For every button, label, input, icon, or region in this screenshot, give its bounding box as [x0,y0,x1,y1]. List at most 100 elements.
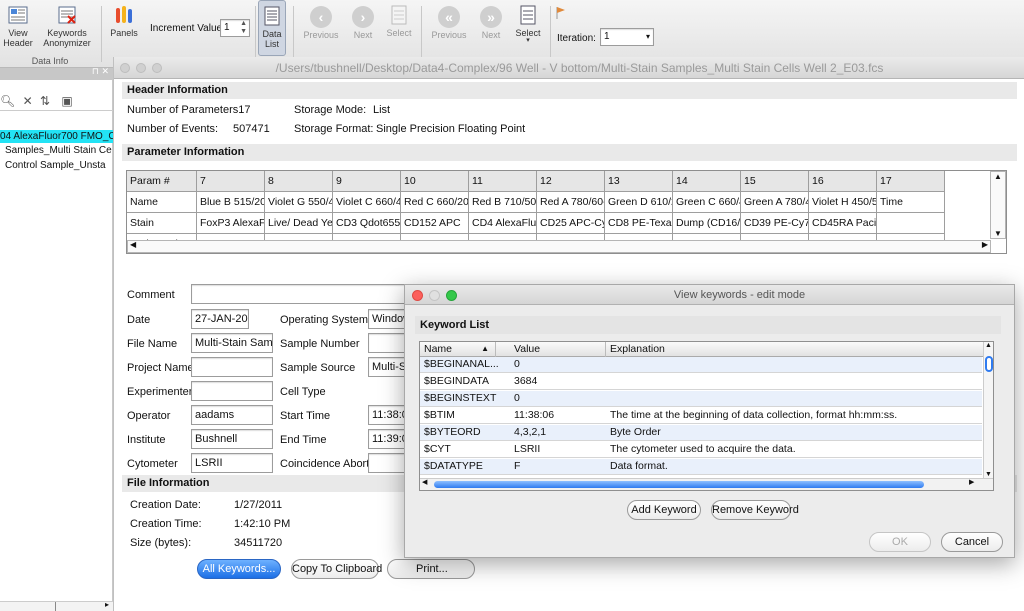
list-item[interactable]: 04 AlexaFluor700 FMO_C [0,130,113,143]
window-title-bar[interactable]: /Users/tbushnell/Desktop/Data4-Complex/9… [114,57,1024,79]
column-header-value[interactable]: Value [510,342,606,357]
add-keyword-button[interactable]: Add Keyword [627,500,701,520]
parameter-cell[interactable]: CD4 AlexaFluo [469,213,537,234]
parameter-cell[interactable]: 9 [333,171,401,192]
comment-field[interactable] [191,284,411,304]
keyword-name-cell[interactable]: $CYT [420,442,506,457]
stepper-icon[interactable]: ▲ ▼ [240,20,247,36]
keyword-value-cell[interactable]: 3684 [510,374,606,389]
parameter-cell[interactable]: CD8 PE-Texas [605,213,673,234]
scroll-down-icon[interactable]: ▼ [994,229,1002,238]
parameter-cell[interactable]: Blue B 515/20 [197,192,265,213]
keyword-value-cell[interactable]: 0 [510,391,606,406]
parameter-cell[interactable]: CD45RA Pacif [809,213,877,234]
keyword-row[interactable]: $BEGINDATA 3684 [420,374,982,390]
keyword-row[interactable]: $BEGINANAL... 0 [420,357,982,373]
keywords-anonymizer-button[interactable]: Keywords Anonymizer [38,0,96,48]
keyword-explanation-cell[interactable] [606,357,982,372]
end-time-field[interactable]: 11:39:0 [368,429,408,449]
select-button-2[interactable]: Select ▾ [512,0,544,44]
keyword-name-cell[interactable]: $BEGINDATA [420,374,506,389]
select-button-1[interactable]: Select [384,0,414,38]
cancel-button[interactable]: Cancel [941,532,1003,552]
scroll-right-icon[interactable]: ▶ [982,240,988,249]
delete-icon[interactable]: ✕ [23,94,33,108]
parameter-cell[interactable]: Red C 660/20- [401,192,469,213]
project-name-field[interactable] [191,357,273,377]
keyword-explanation-cell[interactable]: Data format. [606,459,982,474]
sample-source-field[interactable]: Multi-St [368,357,408,377]
print-button[interactable]: Print... [387,559,475,579]
keyword-explanation-cell[interactable]: The cytometer used to acquire the data. [606,442,982,457]
scroll-up-icon[interactable]: ▲ [994,172,1002,181]
zoom-window-icon[interactable] [152,63,162,73]
parameter-cell[interactable]: 10 [401,171,469,192]
scroll-left-icon[interactable]: ◀ [130,240,136,249]
keyword-table[interactable]: Name ▲ Value Explanation $BEGINANAL... 0 $B… [419,341,994,491]
column-header-explanation[interactable]: Explanation [606,342,986,357]
dialog-title-bar[interactable]: View keywords - edit mode [405,285,1014,305]
parameter-cell[interactable]: Green C 660/4 [673,192,741,213]
parameter-cell[interactable]: Time [877,192,945,213]
parameter-cell[interactable]: Violet H 450/50 [809,192,877,213]
scroll-left-icon[interactable]: ◀ [422,478,427,486]
flag-icon[interactable] [556,6,566,20]
pin-close-icon[interactable]: ⊓ ✕ [92,66,109,77]
keyword-name-cell[interactable]: $DATATYPE [420,459,506,474]
next-button-1[interactable]: › Next [348,0,378,40]
os-field[interactable]: Window [368,309,408,329]
institute-field[interactable]: Bushnell [191,429,273,449]
column-header-name[interactable]: Name ▲ [420,342,496,357]
cytometer-field[interactable]: LSRII [191,453,273,473]
parameter-cell[interactable] [877,213,945,234]
data-list-button[interactable]: Data List [258,0,286,56]
previous-button-1[interactable]: ‹ Previous [300,0,342,40]
operator-field[interactable]: aadams [191,405,273,425]
remove-keyword-button[interactable]: Remove Keyword [711,500,799,520]
list-item[interactable]: Samples_Multi Stain Ce [5,145,113,156]
sample-number-field[interactable] [368,333,408,353]
parameter-cell[interactable]: Red A 780/60- [537,192,605,213]
close-window-icon[interactable] [120,63,130,73]
keyword-explanation-cell[interactable] [606,374,982,389]
keyword-name-cell[interactable]: $BEGINSTEXT [420,391,506,406]
scroll-right-icon[interactable]: ▸ [105,600,109,609]
iteration-dropdown[interactable]: 1 ▾ [600,28,654,46]
parameter-row-header[interactable]: Stain [127,213,197,234]
keyword-name-cell[interactable]: $BYTEORD [420,425,506,440]
table-icon[interactable]: ▣ [61,94,72,108]
experimenter-field[interactable] [191,381,273,401]
parameter-cell[interactable]: 12 [537,171,605,192]
previous-button-2[interactable]: « Previous [428,0,470,40]
keyword-value-cell[interactable]: 11:38:06 [510,408,606,423]
scroll-right-icon[interactable]: ▶ [969,478,974,486]
keyword-explanation-cell[interactable]: Byte Order [606,425,982,440]
date-field[interactable]: 27-JAN-201 [191,309,249,329]
parameter-cell[interactable]: 16 [809,171,877,192]
parameter-cell[interactable]: Violet G 550/40 [265,192,333,213]
horizontal-scrollbar[interactable]: ◀ ▶ [420,478,993,490]
keyword-value-cell[interactable]: LSRII [510,442,606,457]
coincidence-aborts-field[interactable] [368,453,408,473]
parameter-cell[interactable]: 13 [605,171,673,192]
parameter-cell[interactable]: 15 [741,171,809,192]
keyword-row[interactable]: $BTIM 11:38:06 The time at the beginning o… [420,408,982,424]
parameter-cell[interactable]: Live/ Dead Yel [265,213,333,234]
sort-icon[interactable]: ⇅ [40,94,50,108]
scrollbar-thumb[interactable] [985,356,993,372]
parameter-cell[interactable]: 14 [673,171,741,192]
scroll-down-icon[interactable]: ▼ [985,471,992,478]
keyword-explanation-cell[interactable] [606,391,982,406]
keyword-name-cell[interactable]: $BEGINANAL... [420,357,506,372]
keyword-row[interactable]: $CYT LSRII The cytometer used to acquire t… [420,442,982,458]
scrollbar-thumb[interactable] [434,481,924,488]
keyword-value-cell[interactable]: F [510,459,606,474]
parameter-row-header[interactable]: Name [127,192,197,213]
scroll-up-icon[interactable]: ▲ [985,342,992,349]
keyword-value-cell[interactable]: 4,3,2,1 [510,425,606,440]
vertical-scrollbar[interactable]: ▲ ▼ [983,342,993,478]
copy-to-clipboard-button[interactable]: Copy To Clipboard [291,559,382,579]
zoom-dialog-icon[interactable] [446,290,457,301]
parameter-cell[interactable]: 17 [877,171,945,192]
view-header-button[interactable]: View Header [2,0,34,48]
